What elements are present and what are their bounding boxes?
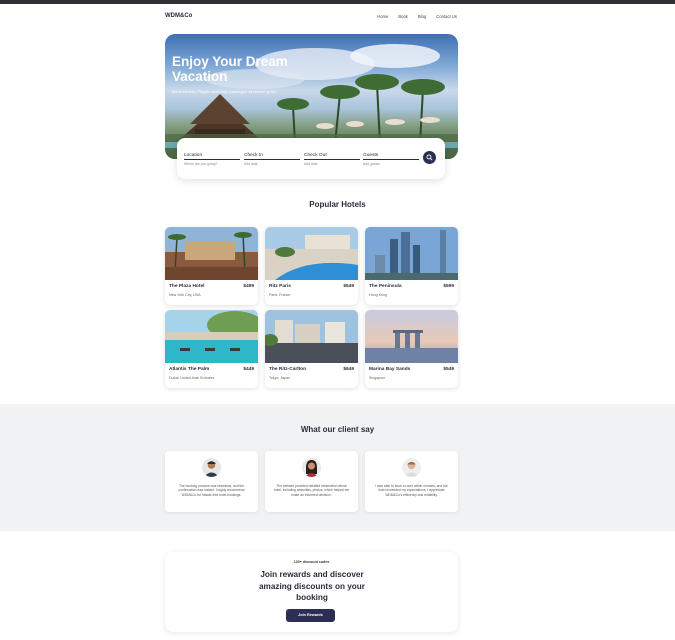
check-out-field[interactable]: Check Out Add date (304, 153, 360, 169)
hero-subtitle: Book Hotels, Flights and stay packages a… (172, 89, 278, 94)
rewards-discount-count: 100+ discount codes (293, 560, 330, 564)
hotel-price: $499 (243, 284, 254, 289)
hotel-name: Ritz Paris (269, 284, 291, 289)
hotel-location: Paris, France (269, 293, 291, 297)
hotel-name: The Ritz-Carlton (269, 367, 307, 372)
hotel-location: Hong Kong (369, 293, 387, 297)
location-field[interactable]: Location Where are you going? (184, 153, 240, 169)
join-rewards-button[interactable]: Join Rewards (286, 609, 335, 622)
hotel-price: $599 (443, 284, 454, 289)
hotel-image (365, 227, 458, 280)
guests-placeholder: Add guests (363, 162, 380, 166)
testimonial-card: The booking process was seamless, and th… (165, 451, 258, 512)
testimonial-quote: The booking process was seamless, and th… (178, 484, 245, 497)
hotel-price: $649 (343, 367, 354, 372)
hotel-image (165, 227, 258, 280)
logo[interactable]: WDM&Co (165, 13, 192, 19)
avatar (402, 458, 421, 477)
navbar: WDM&Co Home Book Blog Contact Us (165, 13, 457, 23)
search-icon (426, 154, 433, 161)
check-out-label: Check Out (304, 153, 360, 160)
testimonial-card: The website provided detailed informatio… (265, 451, 358, 512)
top-bar (0, 0, 675, 4)
hotel-name: Marina Bay Sands (369, 367, 411, 372)
check-in-field[interactable]: Check In Add date (244, 153, 300, 169)
hotel-name: The Plaza Hotel (169, 284, 205, 289)
guests-label: Guests (363, 153, 419, 160)
hotel-card[interactable]: Marina Bay Sands $549 Singapore (365, 310, 458, 388)
hotel-location: Tokyo, Japan (269, 376, 291, 380)
rewards-card: 100+ discount codes Join rewards and dis… (165, 552, 458, 632)
nav-link-contact[interactable]: Contact Us (436, 14, 457, 19)
hotel-image (265, 310, 358, 363)
hotel-location: New York City, USA (169, 293, 201, 297)
hotel-card[interactable]: The Ritz-Carlton $649 Tokyo, Japan (265, 310, 358, 388)
check-in-placeholder: Add date (244, 162, 258, 166)
avatar (202, 458, 221, 477)
guests-field[interactable]: Guests Add guests (363, 153, 419, 169)
testimonials-title: What our client say (300, 425, 375, 434)
popular-hotels-title: Popular Hotels (309, 200, 366, 209)
search-bar: Location Where are you going? Check In A… (177, 138, 445, 179)
hotel-location: Singapore (369, 376, 386, 380)
testimonial-quote: The website provided detailed informatio… (273, 484, 350, 497)
hotel-card[interactable]: Ritz Paris $549 Paris, France (265, 227, 358, 305)
hotel-name: Atlantis The Palm (169, 367, 210, 372)
hotel-image (365, 310, 458, 363)
check-out-placeholder: Add date (304, 162, 318, 166)
hotel-price: $549 (343, 284, 354, 289)
hotel-price: $449 (243, 367, 254, 372)
hotel-card[interactable]: The Plaza Hotel $499 New York City, USA (165, 227, 258, 305)
rewards-headline: Join rewards and discover amazing discou… (259, 570, 365, 602)
hero-title: Enjoy Your Dream Vacation (172, 54, 288, 84)
check-in-label: Check In (244, 153, 300, 160)
hotel-image (265, 227, 358, 280)
hotel-card[interactable]: Atlantis The Palm $449 Dubai, United Ara… (165, 310, 258, 388)
nav-link-home[interactable]: Home (377, 14, 388, 19)
testimonial-quote: I was able to book a room within minutes… (375, 484, 448, 497)
search-button[interactable] (423, 151, 436, 164)
nav-link-blog[interactable]: Blog (418, 14, 426, 19)
location-label: Location (184, 153, 240, 160)
location-placeholder: Where are you going? (184, 162, 218, 166)
nav-link-book[interactable]: Book (398, 14, 408, 19)
hotel-card[interactable]: The Peninsula $599 Hong Kong (365, 227, 458, 305)
hotel-name: The Peninsula (369, 284, 402, 289)
hotel-image (165, 310, 258, 363)
hotel-price: $549 (443, 367, 454, 372)
avatar (302, 458, 321, 477)
testimonial-card: I was able to book a room within minutes… (365, 451, 458, 512)
hotel-location: Dubai, United Arab Emirates (169, 376, 215, 380)
nav-links: Home Book Blog Contact Us (377, 14, 457, 19)
